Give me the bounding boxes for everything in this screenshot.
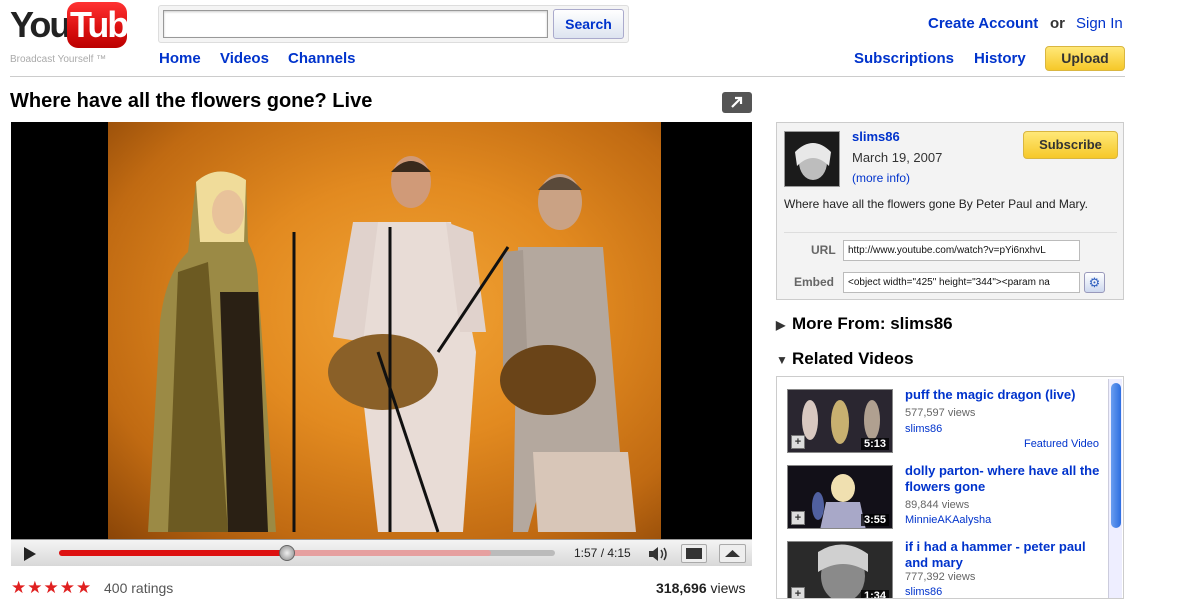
search-button[interactable]: Search bbox=[553, 9, 624, 39]
upload-date: March 19, 2007 bbox=[852, 150, 943, 165]
fullscreen-button[interactable] bbox=[719, 544, 746, 563]
channel-info-box: slims86 March 19, 2007 (more info) Subsc… bbox=[776, 122, 1124, 300]
sign-in-link[interactable]: Sign In bbox=[1076, 15, 1123, 32]
view-count: 318,696 views bbox=[656, 580, 746, 596]
related-video-title[interactable]: puff the magic dragon (live) bbox=[905, 387, 1100, 403]
search-input[interactable] bbox=[163, 10, 548, 38]
video-duration: 1:34 bbox=[860, 590, 889, 598]
related-video-views: 577,597 views bbox=[905, 407, 976, 419]
video-title: Where have all the flowers gone? Live bbox=[10, 90, 373, 112]
logo-tube-text: Tube bbox=[70, 4, 147, 45]
performers-illustration bbox=[148, 156, 636, 533]
ratings-count: 400 ratings bbox=[104, 580, 174, 596]
triangle-right-icon: ▶ bbox=[776, 318, 786, 332]
url-label: URL bbox=[811, 243, 836, 257]
nav-channels[interactable]: Channels bbox=[288, 50, 356, 67]
channel-box-divider bbox=[784, 232, 1117, 233]
related-video-title[interactable]: dolly parton- where have all the flowers… bbox=[905, 463, 1100, 495]
time-display: 1:57 / 4:15 bbox=[574, 546, 631, 560]
upload-button[interactable]: Upload bbox=[1045, 46, 1125, 71]
or-text: or bbox=[1050, 15, 1065, 32]
rating-stars[interactable]: ★★★★★ bbox=[11, 578, 92, 598]
add-to-quicklist-button[interactable]: + bbox=[791, 587, 805, 598]
play-button[interactable] bbox=[17, 544, 41, 564]
featured-video-label: Featured Video bbox=[1023, 438, 1099, 450]
channel-avatar[interactable] bbox=[784, 131, 840, 187]
volume-icon bbox=[649, 547, 667, 561]
url-field[interactable]: http://www.youtube.com/watch?v=pYi6nxhvL bbox=[843, 240, 1080, 261]
video-frame[interactable] bbox=[11, 122, 752, 539]
subscriptions-link[interactable]: Subscriptions bbox=[854, 50, 954, 67]
related-video-views: 89,844 views bbox=[905, 499, 970, 511]
channel-name-link[interactable]: slims86 bbox=[852, 129, 900, 144]
video-stage-scene bbox=[108, 122, 661, 539]
add-to-quicklist-button[interactable]: + bbox=[791, 435, 805, 449]
triangle-down-icon: ▼ bbox=[776, 353, 788, 367]
view-count-number: 318,696 bbox=[656, 580, 707, 596]
progress-played bbox=[59, 550, 288, 556]
create-account-link[interactable]: Create Account bbox=[928, 15, 1038, 32]
avatar-image bbox=[785, 132, 839, 186]
related-video-user[interactable]: slims86 bbox=[905, 586, 942, 598]
nav-videos[interactable]: Videos bbox=[220, 50, 269, 67]
more-info-link[interactable]: (more info) bbox=[852, 171, 910, 185]
logo-tube-badge: Tube bbox=[67, 2, 147, 48]
screen-size-icon bbox=[686, 548, 702, 559]
video-description: Where have all the flowers gone By Peter… bbox=[784, 197, 1088, 211]
related-video-item[interactable]: + 5:13 puff the magic dragon (live) 577,… bbox=[777, 379, 1107, 455]
play-icon bbox=[24, 547, 36, 561]
related-videos-list: + 5:13 puff the magic dragon (live) 577,… bbox=[776, 376, 1124, 599]
history-link[interactable]: History bbox=[974, 50, 1026, 67]
related-scrollbar-thumb[interactable] bbox=[1111, 383, 1121, 528]
progress-bar[interactable] bbox=[59, 545, 555, 561]
embed-label: Embed bbox=[794, 275, 835, 289]
related-video-thumbnail[interactable]: + 1:34 bbox=[787, 541, 893, 598]
header-divider bbox=[10, 76, 1125, 77]
share-arrow-icon bbox=[731, 96, 743, 108]
video-duration: 3:55 bbox=[860, 514, 889, 526]
related-video-user[interactable]: MinnieAKAalysha bbox=[905, 514, 991, 526]
subscribe-button[interactable]: Subscribe bbox=[1023, 131, 1118, 159]
progress-handle[interactable] bbox=[279, 545, 296, 561]
fullscreen-icon bbox=[725, 550, 740, 557]
related-video-views: 777,392 views bbox=[905, 571, 976, 583]
youtube-logo[interactable]: You Tube Broadcast Yourself ™ bbox=[10, 2, 147, 68]
nav-home[interactable]: Home bbox=[159, 50, 201, 67]
related-video-thumbnail[interactable]: + 3:55 bbox=[787, 465, 893, 529]
video-player[interactable]: 1:57 / 4:15 bbox=[11, 122, 752, 566]
related-videos-toggle[interactable]: ▼ Related Videos bbox=[776, 349, 914, 369]
related-video-item[interactable]: + 1:34 if i had a hammer - peter paul an… bbox=[777, 531, 1107, 598]
embed-settings-button[interactable]: ⚙ bbox=[1084, 272, 1105, 293]
video-duration: 5:13 bbox=[860, 438, 889, 450]
related-video-title[interactable]: if i had a hammer - peter paul and mary bbox=[905, 539, 1100, 571]
add-to-quicklist-button[interactable]: + bbox=[791, 511, 805, 525]
gear-icon: ⚙ bbox=[1088, 275, 1101, 290]
more-from-label: More From: slims86 bbox=[792, 314, 953, 333]
view-count-label: views bbox=[710, 580, 746, 596]
related-videos-label: Related Videos bbox=[792, 349, 914, 368]
embed-field[interactable]: <object width="425" height="344"><param … bbox=[843, 272, 1080, 293]
related-scrollbar[interactable] bbox=[1108, 379, 1122, 598]
related-video-user[interactable]: slims86 bbox=[905, 423, 942, 435]
related-video-thumbnail[interactable]: + 5:13 bbox=[787, 389, 893, 453]
logo-tagline: Broadcast Yourself ™ bbox=[10, 54, 107, 65]
more-from-toggle[interactable]: ▶ More From: slims86 bbox=[776, 314, 953, 334]
player-controls: 1:57 / 4:15 bbox=[11, 539, 752, 566]
screen-size-button[interactable] bbox=[681, 544, 707, 563]
volume-button[interactable] bbox=[647, 545, 671, 568]
related-video-item[interactable]: + 3:55 dolly parton- where have all the … bbox=[777, 455, 1107, 531]
share-button[interactable] bbox=[722, 92, 752, 113]
logo-you-text: You bbox=[10, 4, 71, 45]
